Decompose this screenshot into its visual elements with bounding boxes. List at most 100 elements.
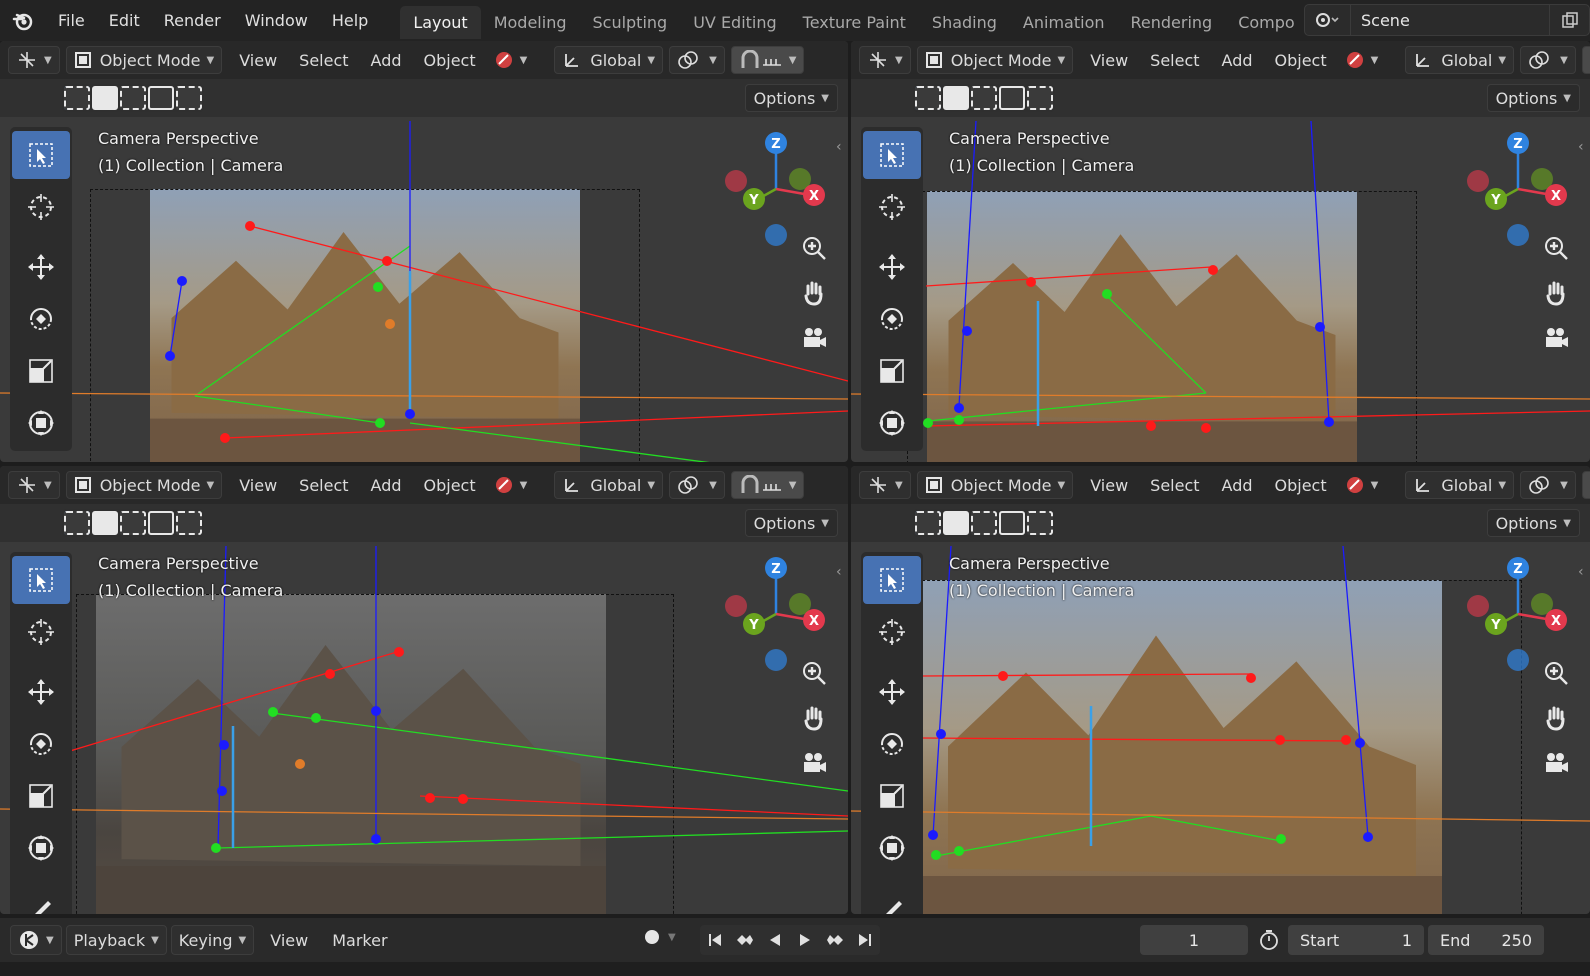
pan-hand-icon[interactable] (794, 698, 834, 738)
perspective-handle[interactable] (325, 669, 335, 679)
tab-compositing[interactable]: Compo (1225, 6, 1308, 39)
viewport-1[interactable]: ▼ Object Mode ▼ View Select Add Object ▼ … (0, 41, 848, 462)
perspective-handle[interactable] (245, 221, 255, 231)
auto-keying-toggle[interactable]: ▼ (642, 927, 676, 947)
perspective-handle[interactable] (385, 319, 395, 329)
editor-type-button[interactable]: ▼ (10, 925, 62, 955)
perspective-handle[interactable] (211, 843, 221, 853)
menu-help[interactable]: Help (320, 11, 380, 30)
camera-view-icon[interactable] (794, 318, 834, 358)
tab-shading[interactable]: Shading (919, 6, 1010, 39)
perspective-handle[interactable] (268, 707, 278, 717)
scale-tool-icon[interactable] (863, 772, 921, 820)
perspective-handle[interactable] (295, 759, 305, 769)
perspective-handle[interactable] (928, 830, 938, 840)
rotate-tool-icon[interactable] (863, 720, 921, 768)
scene-name[interactable]: Scene (1351, 11, 1549, 30)
marker-menu[interactable]: Marker (320, 931, 399, 950)
zoom-icon[interactable] (1536, 228, 1576, 268)
pan-hand-icon[interactable] (1536, 273, 1576, 313)
perspective-handle[interactable] (458, 794, 468, 804)
sidebar-collapse-icon[interactable]: ‹ (1578, 139, 1584, 155)
perspective-handle[interactable] (954, 846, 964, 856)
sidebar-collapse-icon[interactable]: ‹ (1578, 564, 1584, 580)
perspective-handle[interactable] (1208, 265, 1218, 275)
perspective-handle[interactable] (1341, 735, 1351, 745)
perspective-handle[interactable] (1355, 738, 1365, 748)
annotate-tool-icon[interactable] (12, 884, 70, 914)
cursor-tool-icon[interactable] (863, 608, 921, 656)
jump-keyframe-back-icon[interactable] (730, 925, 760, 955)
perspective-handle[interactable] (1315, 322, 1325, 332)
perspective-handle[interactable] (371, 834, 381, 844)
perspective-handle[interactable] (219, 740, 229, 750)
tab-animation[interactable]: Animation (1010, 6, 1118, 39)
perspective-handle[interactable] (1201, 423, 1211, 433)
perspective-handle[interactable] (165, 351, 175, 361)
blender-logo-icon[interactable] (0, 0, 46, 41)
play-icon[interactable] (790, 925, 820, 955)
transform-tool-icon[interactable] (12, 399, 70, 447)
camera-view-icon[interactable] (794, 743, 834, 783)
keying-menu[interactable]: Keying ▼ (170, 925, 255, 955)
perspective-handle[interactable] (954, 403, 964, 413)
perspective-handle[interactable] (954, 415, 964, 425)
end-frame-field[interactable]: End 250 (1428, 925, 1544, 955)
tab-uv-editing[interactable]: UV Editing (680, 6, 789, 39)
perspective-handle[interactable] (1146, 421, 1156, 431)
preview-range-icon[interactable] (1258, 929, 1280, 955)
select-box-tool-icon[interactable] (863, 131, 921, 179)
scale-tool-icon[interactable] (863, 347, 921, 395)
perspective-handle[interactable] (382, 256, 392, 266)
tab-modeling[interactable]: Modeling (481, 6, 580, 39)
camera-view-icon[interactable] (1536, 318, 1576, 358)
zoom-icon[interactable] (1536, 653, 1576, 693)
timeline-view-menu[interactable]: View (258, 931, 320, 950)
perspective-handle[interactable] (923, 418, 933, 428)
perspective-handle[interactable] (936, 729, 946, 739)
cursor-tool-icon[interactable] (12, 608, 70, 656)
sidebar-collapse-icon[interactable]: ‹ (836, 139, 842, 155)
perspective-handle[interactable] (1246, 673, 1256, 683)
tab-layout[interactable]: Layout (400, 6, 481, 39)
perspective-handle[interactable] (177, 276, 187, 286)
viewport-2[interactable]: ▼ Object Mode ▼ View Select Add Object ▼ … (851, 41, 1590, 462)
jump-start-icon[interactable] (700, 925, 730, 955)
perspective-handle[interactable] (375, 418, 385, 428)
playback-menu[interactable]: Playback ▼ (65, 925, 167, 955)
perspective-handle[interactable] (1102, 289, 1112, 299)
perspective-handle[interactable] (371, 706, 381, 716)
sidebar-collapse-icon[interactable]: ‹ (836, 564, 842, 580)
select-box-tool-icon[interactable] (12, 556, 70, 604)
perspective-handle[interactable] (1276, 834, 1286, 844)
menu-render[interactable]: Render (152, 11, 233, 30)
transform-tool-icon[interactable] (863, 399, 921, 447)
menu-edit[interactable]: Edit (97, 11, 152, 30)
select-box-tool-icon[interactable] (863, 556, 921, 604)
rotate-tool-icon[interactable] (12, 720, 70, 768)
menu-file[interactable]: File (46, 11, 97, 30)
annotate-tool-icon[interactable] (863, 884, 921, 914)
scale-tool-icon[interactable] (12, 772, 70, 820)
rotate-tool-icon[interactable] (12, 295, 70, 343)
cursor-tool-icon[interactable] (12, 183, 70, 231)
camera-view-icon[interactable] (1536, 743, 1576, 783)
tab-sculpting[interactable]: Sculpting (579, 6, 680, 39)
scene-icon[interactable] (1305, 5, 1351, 35)
pan-hand-icon[interactable] (794, 273, 834, 313)
jump-keyframe-forward-icon[interactable] (820, 925, 850, 955)
play-reverse-icon[interactable] (760, 925, 790, 955)
scene-selector[interactable]: Scene (1304, 4, 1590, 36)
viewport-3[interactable]: ▼ Object Mode ▼ View Select Add Object ▼ … (0, 466, 848, 914)
perspective-handle[interactable] (1026, 277, 1036, 287)
cursor-tool-icon[interactable] (863, 183, 921, 231)
move-tool-icon[interactable] (12, 243, 70, 291)
perspective-handle[interactable] (1275, 735, 1285, 745)
scale-tool-icon[interactable] (12, 347, 70, 395)
perspective-handle[interactable] (998, 671, 1008, 681)
perspective-handle[interactable] (962, 326, 972, 336)
move-tool-icon[interactable] (863, 668, 921, 716)
perspective-handle[interactable] (217, 786, 227, 796)
pan-hand-icon[interactable] (1536, 698, 1576, 738)
zoom-icon[interactable] (794, 653, 834, 693)
